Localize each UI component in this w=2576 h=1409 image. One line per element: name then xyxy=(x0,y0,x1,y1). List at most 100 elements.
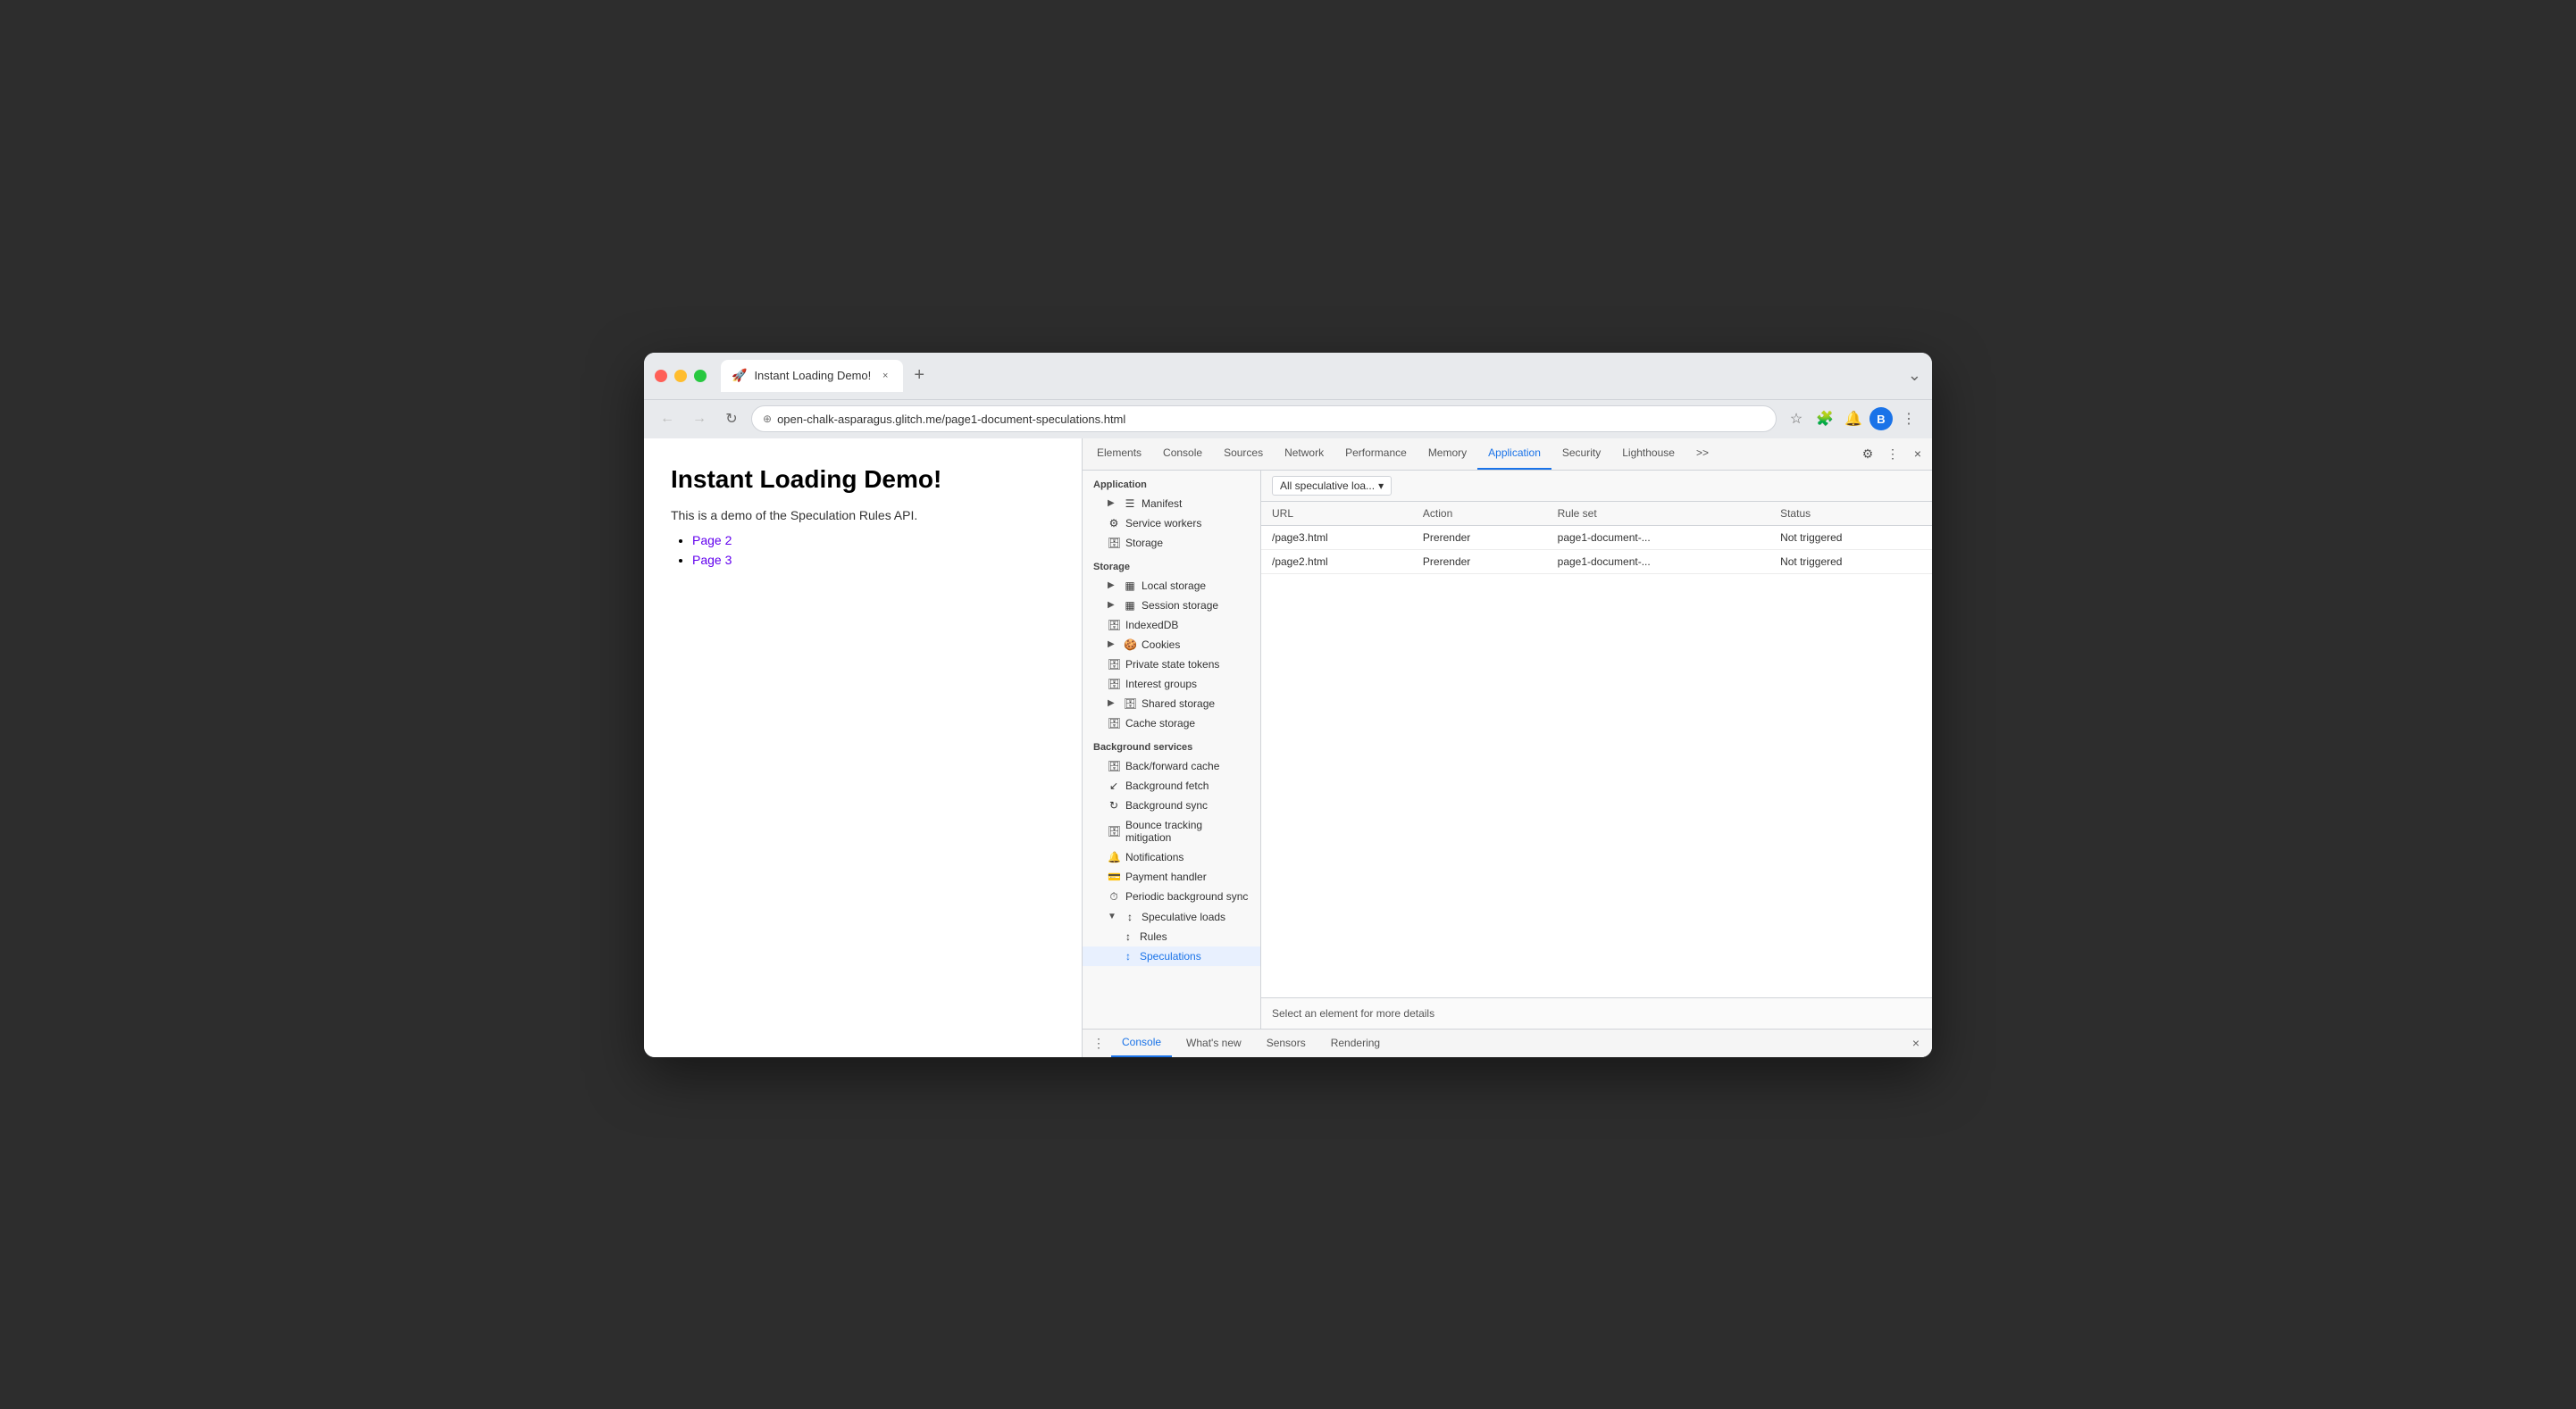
tab-more[interactable]: >> xyxy=(1685,438,1719,471)
devtools-toolbar-right: ⚙ ⋮ × xyxy=(1857,443,1928,464)
storage-app-icon: 🗄 xyxy=(1108,537,1120,549)
tab-application[interactable]: Application xyxy=(1477,438,1551,471)
sidebar-item-payment-handler-label: Payment handler xyxy=(1125,871,1207,883)
tab-network[interactable]: Network xyxy=(1274,438,1334,471)
table-cell-action: Prerender xyxy=(1412,525,1547,549)
devtools-more-button[interactable]: ⋮ xyxy=(1882,443,1903,464)
table-row[interactable]: /page2.htmlPrerenderpage1-document-...No… xyxy=(1261,549,1932,573)
speculation-table-container: URL Action Rule set Status /page3.htmlPr… xyxy=(1261,502,1932,997)
sidebar-item-shared-storage[interactable]: ▶ 🗄 Shared storage xyxy=(1083,694,1260,713)
sidebar-item-back-forward[interactable]: 🗄 Back/forward cache xyxy=(1083,756,1260,776)
sidebar-item-storage-app-label: Storage xyxy=(1125,537,1163,549)
back-button[interactable]: ← xyxy=(655,406,680,431)
extensions-button[interactable]: 🧩 xyxy=(1812,406,1837,431)
table-row[interactable]: /page3.htmlPrerenderpage1-document-...No… xyxy=(1261,525,1932,549)
sidebar-item-manifest[interactable]: ▶ ☰ Manifest xyxy=(1083,494,1260,513)
console-drawer-tab-whats-new[interactable]: What's new xyxy=(1175,1029,1252,1057)
expand-down-arrow-icon: ▼ xyxy=(1108,912,1118,921)
sidebar-section-application: Application xyxy=(1083,471,1260,494)
new-tab-button[interactable]: + xyxy=(907,363,932,388)
address-input[interactable]: ⊕ open-chalk-asparagus.glitch.me/page1-d… xyxy=(751,405,1777,432)
sidebar-item-background-fetch[interactable]: ↙ Background fetch xyxy=(1083,776,1260,796)
page3-link[interactable]: Page 3 xyxy=(692,553,732,567)
sidebar-item-interest-groups[interactable]: 🗄 Interest groups xyxy=(1083,674,1260,694)
tab-security[interactable]: Security xyxy=(1551,438,1611,471)
sidebar-section-storage: Storage xyxy=(1083,553,1260,576)
sidebar-item-notifications[interactable]: 🔔 Notifications xyxy=(1083,847,1260,867)
profile-avatar[interactable]: B xyxy=(1869,407,1893,430)
panel-footer: Select an element for more details xyxy=(1261,997,1932,1029)
sidebar-item-indexeddb[interactable]: 🗄 IndexedDB xyxy=(1083,615,1260,635)
chrome-menu-button[interactable]: ⋮ xyxy=(1896,406,1921,431)
sidebar-item-session-storage-label: Session storage xyxy=(1142,599,1218,612)
console-menu-icon[interactable]: ⋮ xyxy=(1090,1034,1108,1052)
minimize-window-button[interactable] xyxy=(674,370,687,382)
sidebar-item-speculative-loads-label: Speculative loads xyxy=(1142,911,1225,923)
tab-elements[interactable]: Elements xyxy=(1086,438,1152,471)
sidebar-item-background-sync[interactable]: ↻ Background sync xyxy=(1083,796,1260,815)
back-forward-icon: 🗄 xyxy=(1108,760,1120,772)
table-cell-url: /page3.html xyxy=(1261,525,1412,549)
notifications-button[interactable]: 🔔 xyxy=(1841,406,1866,431)
local-storage-icon: ▦ xyxy=(1124,579,1136,592)
forward-button[interactable]: → xyxy=(687,406,712,431)
table-cell-url: /page2.html xyxy=(1261,549,1412,573)
page2-link[interactable]: Page 2 xyxy=(692,533,732,547)
speculative-filter-dropdown[interactable]: All speculative loa... ▾ xyxy=(1272,476,1392,496)
col-rule-set: Rule set xyxy=(1547,502,1769,526)
tab-lighthouse[interactable]: Lighthouse xyxy=(1611,438,1685,471)
expand-arrow-icon: ▶ xyxy=(1108,498,1118,508)
table-cell-status: Not triggered xyxy=(1769,525,1932,549)
toolbar-right: ☆ 🧩 🔔 B ⋮ xyxy=(1784,406,1921,431)
expand-arrow-icon: ▶ xyxy=(1108,600,1118,610)
devtools-settings-button[interactable]: ⚙ xyxy=(1857,443,1878,464)
sidebar-item-rules[interactable]: ↕ Rules xyxy=(1083,927,1260,946)
close-window-button[interactable] xyxy=(655,370,667,382)
devtools-sidebar: Application ▶ ☰ Manifest ⚙ Service worke… xyxy=(1083,471,1261,1029)
sidebar-item-speculative-loads[interactable]: ▼ ↕ Speculative loads xyxy=(1083,907,1260,927)
sidebar-item-periodic-sync[interactable]: ⏱ Periodic background sync xyxy=(1083,887,1260,907)
sidebar-item-session-storage[interactable]: ▶ ▦ Session storage xyxy=(1083,596,1260,615)
tab-memory[interactable]: Memory xyxy=(1418,438,1477,471)
sidebar-item-cookies[interactable]: ▶ 🍪 Cookies xyxy=(1083,635,1260,654)
console-drawer-tab-sensors[interactable]: Sensors xyxy=(1256,1029,1317,1057)
maximize-window-button[interactable] xyxy=(694,370,707,382)
table-header-row: URL Action Rule set Status xyxy=(1261,502,1932,526)
sidebar-item-speculations[interactable]: ↕ Speculations xyxy=(1083,946,1260,966)
console-drawer-tab-console[interactable]: Console xyxy=(1111,1029,1172,1057)
devtools-close-button[interactable]: × xyxy=(1907,443,1928,464)
page-description: This is a demo of the Speculation Rules … xyxy=(671,508,1055,522)
tab-close-button[interactable]: × xyxy=(878,369,892,383)
tab-title: Instant Loading Demo! xyxy=(754,369,871,382)
cookies-icon: 🍪 xyxy=(1124,638,1136,651)
webpage-content: Instant Loading Demo! This is a demo of … xyxy=(644,438,1082,1057)
sidebar-item-private-state[interactable]: 🗄 Private state tokens xyxy=(1083,654,1260,674)
background-fetch-icon: ↙ xyxy=(1108,780,1120,792)
tab-console[interactable]: Console xyxy=(1152,438,1213,471)
tab-sources[interactable]: Sources xyxy=(1213,438,1274,471)
expand-arrow-icon: ▶ xyxy=(1108,580,1118,590)
devtools-panel: Elements Console Sources Network Perform… xyxy=(1082,438,1932,1057)
sidebar-item-local-storage[interactable]: ▶ ▦ Local storage xyxy=(1083,576,1260,596)
sidebar-item-service-workers[interactable]: ⚙ Service workers xyxy=(1083,513,1260,533)
tab-favicon-icon: 🚀 xyxy=(732,368,747,383)
sidebar-item-cache-storage[interactable]: 🗄 Cache storage xyxy=(1083,713,1260,733)
sidebar-item-service-workers-label: Service workers xyxy=(1125,517,1201,529)
tab-performance[interactable]: Performance xyxy=(1334,438,1418,471)
col-action: Action xyxy=(1412,502,1547,526)
sidebar-item-storage-app[interactable]: 🗄 Storage xyxy=(1083,533,1260,553)
devtools-main-panel: All speculative loa... ▾ URL Action Rule xyxy=(1261,471,1932,1029)
console-drawer-tab-rendering[interactable]: Rendering xyxy=(1320,1029,1391,1057)
sidebar-item-private-state-label: Private state tokens xyxy=(1125,658,1219,671)
reload-button[interactable]: ↻ xyxy=(719,406,744,431)
sidebar-item-indexeddb-label: IndexedDB xyxy=(1125,619,1178,631)
dropdown-arrow-icon: ▾ xyxy=(1378,479,1384,492)
bookmark-button[interactable]: ☆ xyxy=(1784,406,1809,431)
console-close-button[interactable]: × xyxy=(1907,1034,1925,1052)
col-url: URL xyxy=(1261,502,1412,526)
browser-tab-active[interactable]: 🚀 Instant Loading Demo! × xyxy=(721,360,903,392)
tab-expand-button[interactable]: ⌄ xyxy=(1908,366,1921,385)
sidebar-item-payment-handler[interactable]: 💳 Payment handler xyxy=(1083,867,1260,887)
background-sync-icon: ↻ xyxy=(1108,799,1120,812)
sidebar-item-bounce-tracking[interactable]: 🗄 Bounce tracking mitigation xyxy=(1083,815,1260,847)
